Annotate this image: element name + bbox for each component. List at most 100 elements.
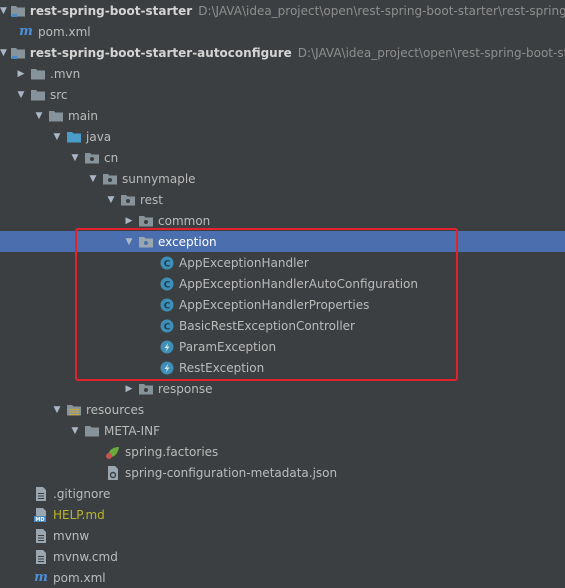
tree-node-common[interactable]: ▶ common [0, 210, 565, 231]
class-icon: C [159, 318, 175, 334]
chevron-right-icon[interactable]: ▶ [123, 378, 135, 399]
package-icon [138, 234, 154, 250]
maven-icon: m [19, 24, 33, 39]
tree-node-label: spring.factories [125, 444, 219, 459]
tree-node-label: .gitignore [53, 486, 111, 501]
tree-node-java[interactable]: ▼ java [0, 126, 565, 147]
tree-node-label: pom.xml [38, 24, 91, 39]
tree-node-label: sunnymaple [122, 171, 196, 186]
chevron-down-icon[interactable]: ▼ [15, 84, 27, 105]
svg-text:C: C [164, 322, 171, 332]
tree-node-exception[interactable]: ▼ exception [0, 231, 565, 252]
chevron-right-icon[interactable]: ▶ [123, 210, 135, 231]
svg-text:C: C [164, 301, 171, 311]
tree-node-class[interactable]: C BasicRestExceptionController [0, 315, 565, 336]
module-folder-icon [10, 45, 26, 61]
tree-node-resources[interactable]: ▼ resources [0, 399, 565, 420]
chevron-down-icon[interactable]: ▼ [51, 126, 63, 147]
text-file-icon [33, 528, 49, 544]
chevron-down-icon[interactable]: ▼ [123, 231, 135, 252]
chevron-down-icon[interactable]: ▼ [87, 168, 99, 189]
tree-node-label: cn [104, 150, 119, 165]
tree-node-class[interactable]: C AppExceptionHandler [0, 252, 565, 273]
json-file-icon [105, 465, 121, 481]
tree-node-meta-inf[interactable]: ▼ META-INF [0, 420, 565, 441]
svg-text:C: C [164, 259, 171, 269]
chevron-down-icon[interactable]: ▼ [69, 147, 81, 168]
spring-icon [105, 444, 121, 460]
tree-node-spring-factories[interactable]: spring.factories [0, 441, 565, 462]
package-icon [138, 213, 154, 229]
exception-class-icon [159, 339, 175, 355]
chevron-down-icon[interactable]: ▼ [0, 0, 7, 21]
tree-node-label: META-INF [104, 423, 161, 438]
text-file-icon [33, 549, 49, 565]
exception-class-icon [159, 360, 175, 376]
tree-node-label: main [68, 108, 98, 123]
tree-node-gitignore[interactable]: .gitignore [0, 483, 565, 504]
tree-node-label: exception [158, 234, 217, 249]
tree-node-src[interactable]: ▼ src [0, 84, 565, 105]
tree-node-help-md[interactable]: MD HELP.md [0, 504, 565, 525]
tree-node-exception-class[interactable]: ParamException [0, 336, 565, 357]
tree-node-label: java [86, 129, 112, 144]
tree-node-exception-class[interactable]: RestException [0, 357, 565, 378]
tree-node-rest[interactable]: ▼ rest [0, 189, 565, 210]
tree-node-label: spring-configuration-metadata.json [125, 465, 338, 480]
tree-node-label: pom.xml [53, 570, 106, 585]
class-icon: C [159, 276, 175, 292]
chevron-down-icon[interactable]: ▼ [0, 42, 7, 63]
text-file-icon [33, 486, 49, 502]
svg-text:MD: MD [35, 517, 44, 523]
folder-icon [30, 66, 46, 82]
tree-node-label: common [158, 213, 211, 228]
chevron-down-icon[interactable]: ▼ [33, 105, 45, 126]
chevron-down-icon[interactable]: ▼ [69, 420, 81, 441]
package-icon [84, 150, 100, 166]
tree-node-mvn[interactable]: ▶ .mvn [0, 63, 565, 84]
tree-node-label: .mvn [50, 66, 81, 81]
tree-node-sunnymaple[interactable]: ▼ sunnymaple [0, 168, 565, 189]
tree-node-label: RestException [179, 360, 265, 375]
tree-node-autoconfigure[interactable]: ▼ rest-spring-boot-starter-autoconfigure… [0, 42, 565, 63]
folder-icon [84, 423, 100, 439]
tree-node-label: response [158, 381, 213, 396]
tree-node-class[interactable]: C AppExceptionHandlerAutoConfiguration [0, 273, 565, 294]
tree-node-label: rest-spring-boot-starter [29, 3, 193, 18]
chevron-down-icon[interactable]: ▼ [51, 399, 63, 420]
package-icon [138, 381, 154, 397]
tree-node-json-file[interactable]: spring-configuration-metadata.json [0, 462, 565, 483]
tree-node-label: ParamException [179, 339, 277, 354]
resources-folder-icon [66, 402, 82, 418]
tree-node-mvnw-cmd[interactable]: mvnw.cmd [0, 546, 565, 567]
svg-text:C: C [164, 280, 171, 290]
tree-node-label: rest [140, 192, 164, 207]
tree-node-response[interactable]: ▶ response [0, 378, 565, 399]
class-icon: C [159, 255, 175, 271]
tree-node-label: mvnw [53, 528, 90, 543]
tree-node-path: D:\JAVA\idea_project\open\rest-spring-bo… [198, 3, 565, 18]
tree-node-label: src [50, 87, 68, 102]
tree-node-class[interactable]: C AppExceptionHandlerProperties [0, 294, 565, 315]
maven-icon: m [34, 570, 48, 585]
folder-icon [48, 108, 64, 124]
source-folder-icon [66, 129, 82, 145]
markdown-file-icon: MD [33, 507, 49, 523]
class-icon: C [159, 297, 175, 313]
folder-icon [30, 87, 46, 103]
tree-node-pom-xml[interactable]: m pom.xml [0, 21, 565, 42]
chevron-right-icon[interactable]: ▶ [15, 63, 27, 84]
tree-node-label: AppExceptionHandler [179, 255, 309, 270]
tree-node-mvnw[interactable]: mvnw [0, 525, 565, 546]
project-tree: ▼ rest-spring-boot-starter D:\JAVA\idea_… [0, 0, 565, 587]
tree-node-main[interactable]: ▼ main [0, 105, 565, 126]
tree-node-label: rest-spring-boot-starter-autoconfigure [29, 45, 292, 60]
tree-node-cn[interactable]: ▼ cn [0, 147, 565, 168]
tree-node-rest-spring-boot-starter[interactable]: ▼ rest-spring-boot-starter D:\JAVA\idea_… [0, 0, 565, 21]
tree-node-label: AppExceptionHandlerAutoConfiguration [179, 276, 418, 291]
tree-node-path: D:\JAVA\idea_project\open\rest-spring-bo… [297, 45, 565, 60]
tree-node-label: BasicRestExceptionController [179, 318, 355, 333]
tree-node-pom-xml[interactable]: m pom.xml [0, 567, 565, 588]
chevron-down-icon[interactable]: ▼ [105, 189, 117, 210]
module-folder-icon [10, 3, 26, 19]
